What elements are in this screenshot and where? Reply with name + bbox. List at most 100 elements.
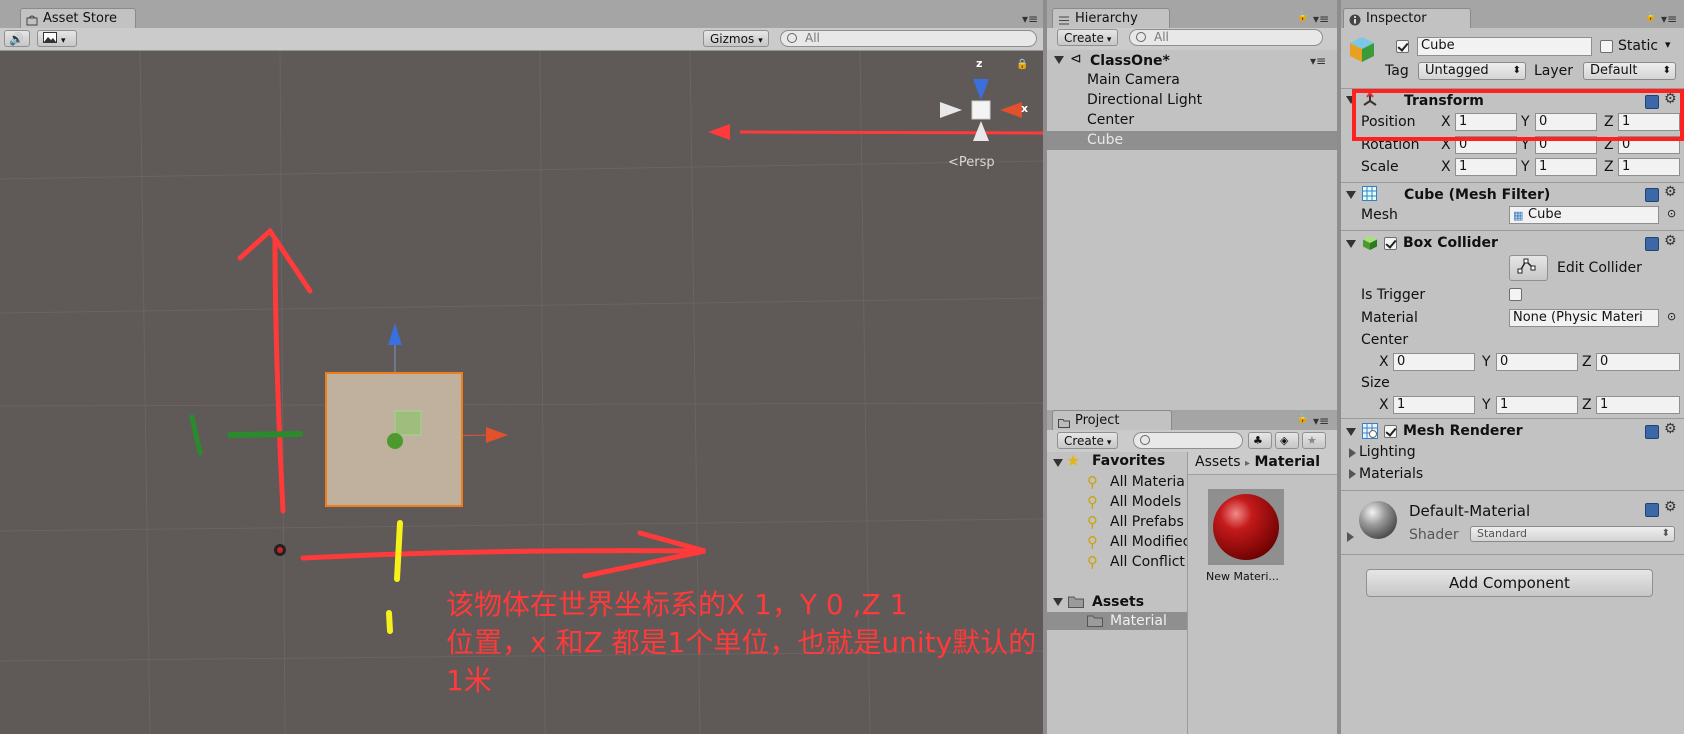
scene-fold-arrow[interactable]	[1054, 56, 1064, 64]
mesh-value: Cube	[1528, 207, 1562, 222]
lock-icon[interactable]: 🔒	[1645, 12, 1656, 22]
project-create-button[interactable]: Create ▾	[1057, 432, 1118, 449]
tab-inspector-label: Inspector	[1366, 11, 1427, 26]
help-icon[interactable]	[1645, 425, 1659, 439]
persp-toggle[interactable]: <Persp	[948, 155, 995, 170]
box-collider-fold-arrow[interactable]	[1346, 240, 1356, 248]
favorites-button[interactable]: ★	[1302, 432, 1326, 449]
effects-toggle-button[interactable]: ▾	[37, 30, 77, 47]
chevron-down-icon[interactable]: ▾	[1665, 38, 1671, 51]
mesh-renderer-enabled-checkbox[interactable]	[1384, 425, 1397, 438]
scene-view[interactable]: z x 🔒 <Persp 该物体在世界坐标系的X 1，Y 0 ,Z 1 位置，x…	[0, 51, 1043, 734]
mesh-filter-fold-arrow[interactable]	[1346, 191, 1356, 199]
inspector-menu-icon[interactable]: ▾≡	[1661, 12, 1677, 26]
hierarchy-search-input[interactable]: All	[1129, 29, 1323, 46]
project-create-label: Create	[1064, 434, 1104, 448]
scene-menu-icon[interactable]: ▾≡	[1310, 54, 1326, 68]
size-label: Size	[1361, 375, 1390, 391]
asset-label[interactable]: New Materi...	[1206, 570, 1279, 583]
favorites-item[interactable]: All Conflict	[1110, 552, 1187, 572]
size-y-field[interactable]: 1	[1496, 396, 1578, 414]
help-icon[interactable]	[1645, 188, 1659, 202]
favorites-label[interactable]: Favorites	[1092, 453, 1165, 469]
project-menu-icon[interactable]: ▾≡	[1313, 414, 1329, 428]
center-x-field[interactable]: 0	[1393, 353, 1475, 371]
hierarchy-menu-icon[interactable]: ▾≡	[1313, 12, 1329, 26]
add-component-button[interactable]: Add Component	[1366, 569, 1653, 597]
favorites-item[interactable]: All Modifiec	[1110, 532, 1187, 552]
favorites-item[interactable]: All Models	[1110, 492, 1187, 512]
gizmos-dropdown[interactable]: Gizmos ▾	[703, 30, 769, 47]
object-active-checkbox[interactable]	[1396, 40, 1409, 53]
lighting-fold-arrow[interactable]	[1349, 448, 1356, 458]
size-x-label: X	[1379, 397, 1389, 413]
collider-material-field[interactable]: None (Physic Materi	[1509, 309, 1659, 327]
edit-collider-button[interactable]	[1509, 255, 1548, 281]
assets-label[interactable]: Assets	[1092, 592, 1144, 612]
assets-fold-arrow[interactable]	[1053, 598, 1063, 606]
layer-dropdown[interactable]: Default	[1583, 62, 1676, 80]
help-icon[interactable]	[1645, 503, 1659, 517]
gear-icon[interactable]: ⚙	[1664, 499, 1677, 515]
lock-icon[interactable]: 🔒	[1297, 414, 1308, 424]
gear-icon[interactable]: ⚙	[1664, 421, 1677, 437]
scale-z-field[interactable]: 1	[1618, 158, 1680, 176]
tab-project[interactable]: Project	[1052, 410, 1172, 430]
static-label[interactable]: Static	[1618, 37, 1658, 55]
material-fold-arrow[interactable]	[1347, 532, 1354, 542]
size-x-field[interactable]: 1	[1393, 396, 1475, 414]
gear-icon[interactable]: ⚙	[1664, 233, 1677, 249]
lock-icon[interactable]: 🔒	[1016, 59, 1028, 70]
hierarchy-scene-name[interactable]: ClassOne*	[1090, 51, 1170, 71]
static-checkbox[interactable]	[1600, 40, 1613, 53]
scale-y-field[interactable]: 1	[1535, 158, 1597, 176]
hierarchy-item[interactable]: Center	[1087, 110, 1134, 130]
scene-panel-menu-icon[interactable]: ▾≡	[1022, 12, 1038, 26]
object-name-input[interactable]: Cube	[1417, 37, 1592, 56]
center-z-field[interactable]: 0	[1596, 353, 1680, 371]
size-z-field[interactable]: 1	[1596, 396, 1680, 414]
is-trigger-checkbox[interactable]	[1509, 288, 1522, 301]
filter-by-type-button[interactable]: ♣	[1248, 432, 1272, 449]
hierarchy-create-button[interactable]: Create ▾	[1057, 29, 1118, 46]
panel-divider[interactable]	[1337, 0, 1341, 734]
gear-icon[interactable]: ⚙	[1664, 184, 1677, 200]
tag-dropdown[interactable]: Untagged	[1418, 62, 1526, 80]
tab-hierarchy[interactable]: Hierarchy	[1052, 8, 1170, 28]
tab-project-label: Project	[1075, 413, 1120, 428]
breadcrumb-root[interactable]: Assets	[1195, 454, 1241, 470]
favorites-item[interactable]: All Materia	[1110, 472, 1187, 492]
audio-toggle-button[interactable]: 🔊	[4, 30, 30, 47]
tab-asset-store[interactable]: Asset Store	[20, 8, 136, 28]
mesh-renderer-fold-arrow[interactable]	[1346, 428, 1356, 436]
cube-object[interactable]	[325, 372, 463, 507]
center-y-field[interactable]: 0	[1496, 353, 1578, 371]
shader-dropdown[interactable]: Standard	[1470, 526, 1675, 542]
scene-search-input[interactable]: All	[780, 30, 1037, 47]
project-search-input[interactable]	[1133, 432, 1243, 449]
materials-label[interactable]: Materials	[1359, 465, 1423, 483]
grid-icon	[1362, 186, 1377, 205]
breadcrumb-current[interactable]: Material	[1255, 454, 1321, 470]
hierarchy-item-selected[interactable]: Cube	[1087, 130, 1123, 150]
hierarchy-item[interactable]: Main Camera	[1087, 70, 1180, 90]
favorites-fold-arrow[interactable]	[1053, 459, 1063, 467]
size-y-label: Y	[1482, 397, 1491, 413]
hierarchy-item[interactable]: Directional Light	[1087, 90, 1202, 110]
filter-by-label-button[interactable]: ◈	[1275, 432, 1299, 449]
scale-x-field[interactable]: 1	[1455, 158, 1517, 176]
tab-asset-store-label: Asset Store	[43, 11, 118, 26]
lock-icon[interactable]: 🔒	[1297, 12, 1308, 22]
object-picker-icon[interactable]: ⊙	[1667, 310, 1676, 323]
tab-inspector[interactable]: Inspector	[1343, 8, 1471, 28]
materials-fold-arrow[interactable]	[1349, 469, 1356, 479]
persp-icon: <	[948, 155, 959, 170]
mesh-field[interactable]: ▦ Cube	[1509, 206, 1659, 224]
lighting-label[interactable]: Lighting	[1359, 443, 1416, 461]
help-icon[interactable]	[1645, 237, 1659, 251]
object-picker-icon[interactable]: ⊙	[1667, 207, 1676, 220]
box-collider-enabled-checkbox[interactable]	[1384, 237, 1397, 250]
asset-tile[interactable]	[1208, 489, 1284, 565]
favorites-item[interactable]: All Prefabs	[1110, 512, 1187, 532]
assets-folder-material[interactable]: Material	[1110, 611, 1167, 631]
